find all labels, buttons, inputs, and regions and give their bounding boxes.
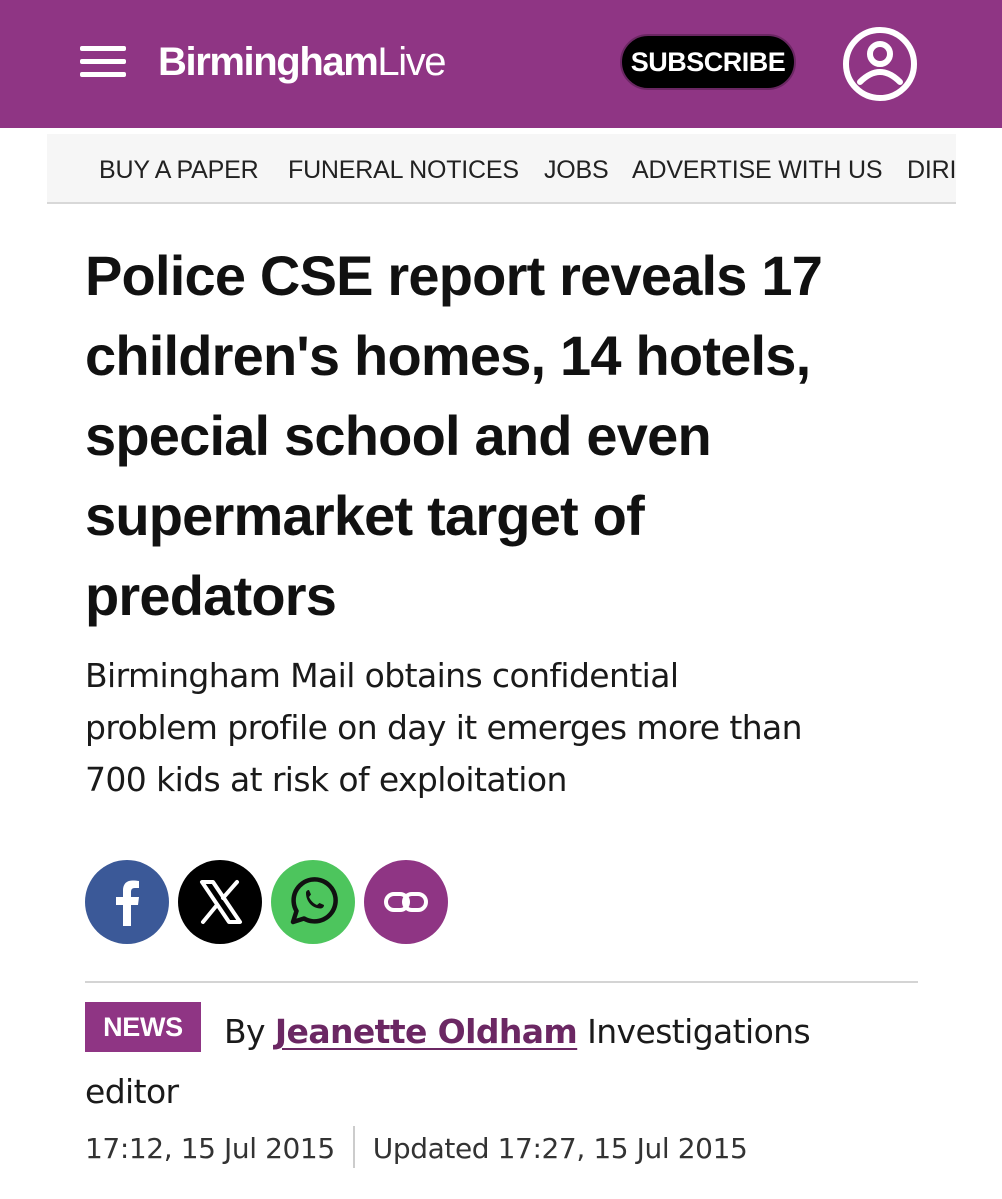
- share-x-button[interactable]: [178, 860, 262, 944]
- nav-item-buy-a-paper[interactable]: BUY A PAPER: [99, 134, 259, 202]
- timestamps: 17:12, 15 Jul 2015 Updated 17:27, 15 Jul …: [85, 1126, 748, 1172]
- facebook-icon: [116, 880, 139, 926]
- menu-icon[interactable]: [80, 44, 126, 80]
- x-icon: [200, 880, 242, 924]
- author-link[interactable]: Jeanette Oldham: [275, 1012, 578, 1051]
- standfirst-line: problem profile on day it emerges more t…: [85, 708, 803, 747]
- updated-time: Updated 17:27, 15 Jul 2015: [372, 1132, 748, 1165]
- logo-bold: Birmingham: [158, 40, 379, 84]
- timestamp-separator: [352, 1126, 355, 1168]
- account-icon[interactable]: [842, 26, 918, 102]
- subscribe-button[interactable]: SUBSCRIBE: [620, 34, 796, 90]
- share-whatsapp-button[interactable]: [271, 860, 355, 944]
- standfirst-line: 700 kids at risk of exploitation: [85, 760, 567, 799]
- headline-line: special school and even: [85, 404, 712, 467]
- published-time: 17:12, 15 Jul 2015: [85, 1132, 335, 1165]
- whatsapp-icon: [290, 877, 338, 925]
- site-header: BirminghamLive SUBSCRIBE: [0, 0, 1002, 128]
- standfirst-line: Birmingham Mail obtains confidential: [85, 656, 679, 695]
- article-standfirst: Birmingham Mail obtains confidential pro…: [85, 650, 945, 806]
- nav-item-directory[interactable]: DIRI: [907, 134, 956, 202]
- nav-item-advertise-with-us[interactable]: ADVERTISE WITH US: [632, 134, 883, 202]
- author-role-continued: editor: [85, 1072, 179, 1111]
- site-logo[interactable]: BirminghamLive: [158, 34, 447, 90]
- byline: By Jeanette Oldham Investigations: [224, 1006, 811, 1058]
- share-facebook-button[interactable]: [85, 860, 169, 944]
- headline-line: children's homes, 14 hotels,: [85, 324, 811, 387]
- logo-light: Live: [377, 40, 446, 84]
- headline-line: Police CSE report reveals 17: [85, 244, 823, 307]
- nav-item-funeral-notices[interactable]: FUNERAL NOTICES: [288, 134, 519, 202]
- share-link-button[interactable]: [364, 860, 448, 944]
- headline-line: predators: [85, 564, 337, 627]
- byline-prefix: By: [224, 1012, 275, 1051]
- link-icon: [384, 892, 428, 912]
- nav-item-jobs[interactable]: JOBS: [544, 134, 609, 202]
- author-role: Investigations: [577, 1012, 811, 1051]
- divider: [85, 981, 918, 983]
- nav-bar: BUY A PAPER FUNERAL NOTICES JOBS ADVERTI…: [47, 134, 956, 204]
- article-headline: Police CSE report reveals 17 children's …: [85, 236, 945, 636]
- category-badge[interactable]: NEWS: [85, 1002, 201, 1052]
- headline-line: supermarket target of: [85, 484, 645, 547]
